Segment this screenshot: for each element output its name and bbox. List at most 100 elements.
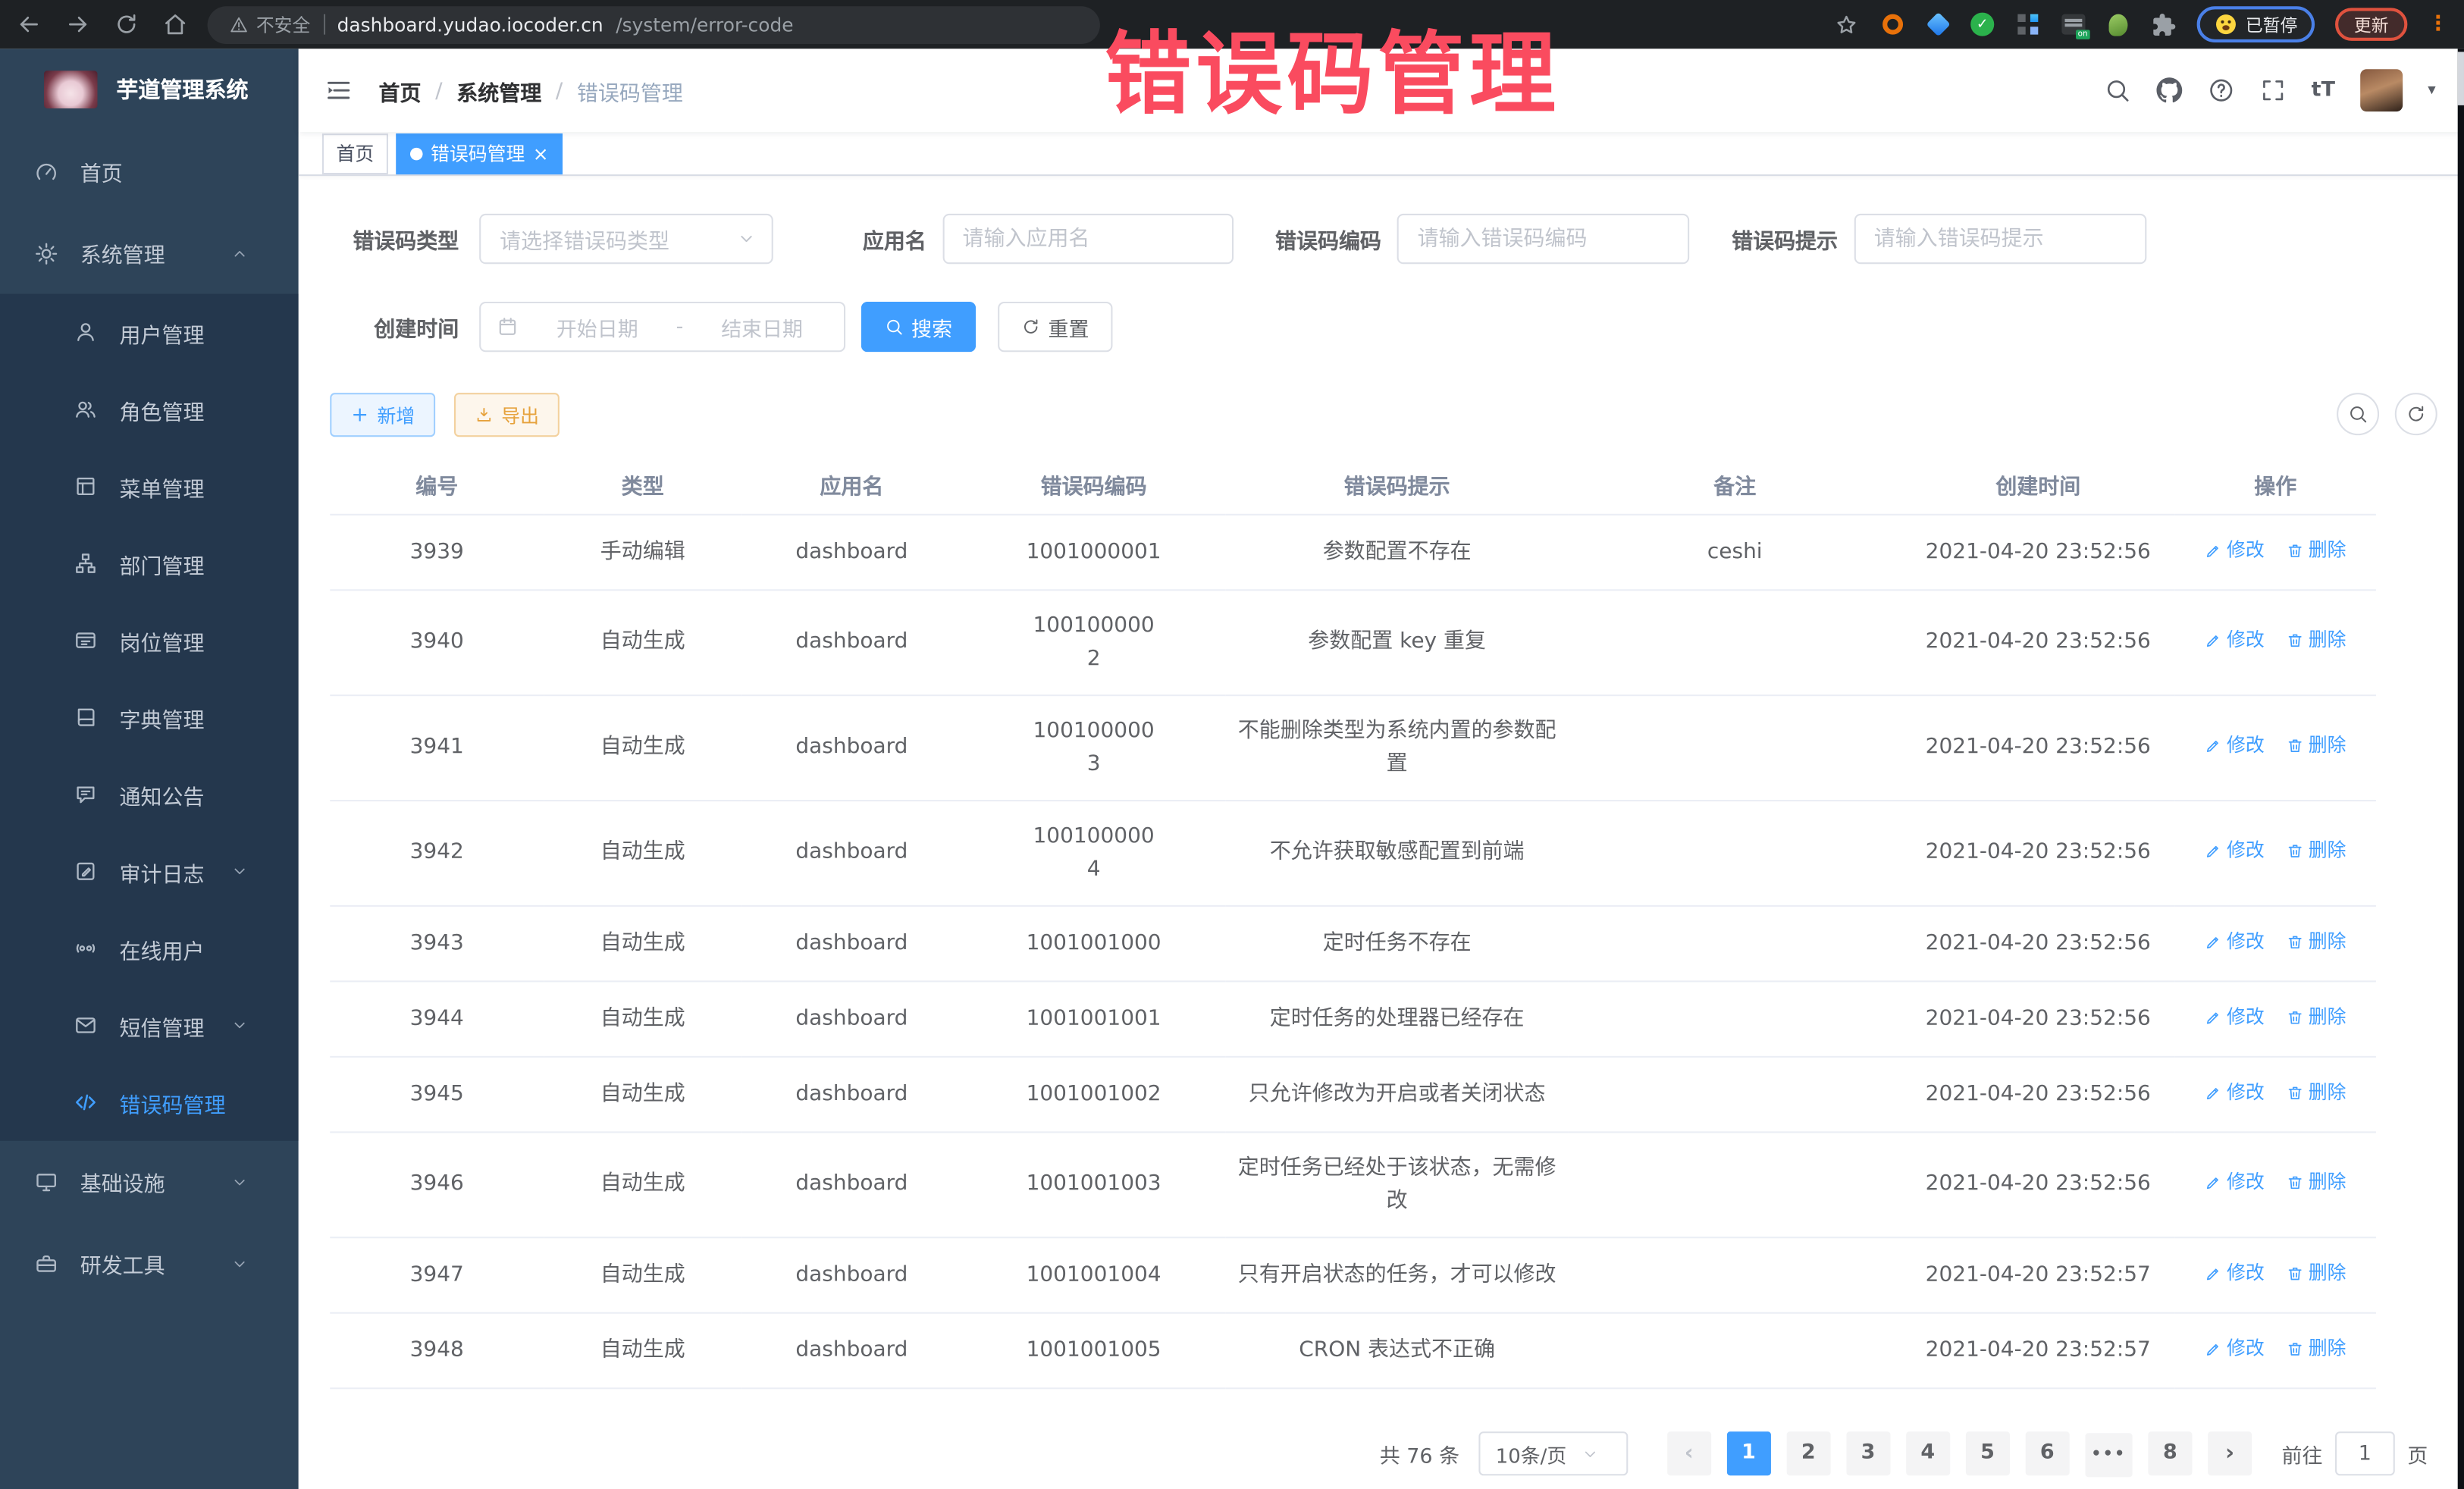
sidebar-item-label: 岗位管理 xyxy=(120,625,205,656)
page-button[interactable]: 3 xyxy=(1846,1431,1890,1475)
add-button[interactable]: + 新增 xyxy=(330,393,435,437)
tree-icon xyxy=(74,552,97,575)
scrollbar-thumb[interactable] xyxy=(2458,52,2464,105)
page-ellipsis[interactable]: ••• xyxy=(2085,1432,2133,1476)
not-secure-label: 不安全 xyxy=(256,12,311,37)
reset-button[interactable]: 重置 xyxy=(998,302,1112,352)
paused-extension-pill[interactable]: 已暂停 xyxy=(2197,6,2315,42)
sidebar-item-log[interactable]: 审计日志 xyxy=(0,833,299,911)
app-name-input[interactable] xyxy=(942,214,1233,264)
browser-back-icon[interactable] xyxy=(16,11,42,38)
prev-page-button[interactable]: ‹ xyxy=(1667,1431,1711,1475)
user-avatar[interactable] xyxy=(2360,69,2403,111)
sidebar-item-users[interactable]: 角色管理 xyxy=(0,371,299,448)
sidebar-item-menu[interactable]: 菜单管理 xyxy=(0,448,299,525)
update-label: 更新 xyxy=(2354,12,2389,37)
date-separator: - xyxy=(676,315,684,339)
hamburger-icon[interactable] xyxy=(324,75,353,105)
extension-icon[interactable] xyxy=(1879,12,1904,37)
error-type-select[interactable]: 请选择错误码类型 xyxy=(479,214,773,264)
error-code-input[interactable] xyxy=(1397,214,1690,264)
extension-icon[interactable] xyxy=(2105,12,2130,37)
sidebar-item-monitor[interactable]: 基础设施 xyxy=(0,1141,299,1223)
sidebar-item-code[interactable]: 错误码管理 xyxy=(0,1064,299,1141)
page-button[interactable]: 2 xyxy=(1786,1431,1830,1475)
delete-link[interactable]: 删除 xyxy=(2287,624,2346,657)
header-search-icon[interactable] xyxy=(2104,77,2130,104)
sidebar-item-sms[interactable]: 短信管理 xyxy=(0,987,299,1064)
delete-link[interactable]: 删除 xyxy=(2287,534,2346,567)
delete-link[interactable]: 删除 xyxy=(2287,1076,2346,1109)
breadcrumb-separator: / xyxy=(435,78,442,103)
delete-link[interactable]: 删除 xyxy=(2287,835,2346,868)
extension-icon[interactable]: ✓ xyxy=(1970,13,1994,36)
tag-error-code[interactable]: 错误码管理 × xyxy=(396,133,563,174)
help-icon[interactable] xyxy=(2208,77,2234,104)
monitor-icon xyxy=(35,1170,58,1193)
extension-icon[interactable] xyxy=(2014,12,2039,37)
error-hint-input[interactable] xyxy=(1854,214,2146,264)
browser-home-icon[interactable] xyxy=(161,11,188,38)
sidebar-item-user[interactable]: 用户管理 xyxy=(0,294,299,371)
edit-link[interactable]: 修改 xyxy=(2205,534,2265,567)
app-logo[interactable]: 芋道管理系统 xyxy=(0,49,299,130)
delete-link[interactable]: 删除 xyxy=(2287,729,2346,763)
breadcrumb-item[interactable]: 系统管理 xyxy=(456,74,541,105)
edit-link[interactable]: 修改 xyxy=(2205,1166,2265,1199)
cell-id: 3942 xyxy=(330,800,544,905)
edit-link[interactable]: 修改 xyxy=(2205,925,2265,958)
browser-forward-icon[interactable] xyxy=(64,11,91,38)
edit-link[interactable]: 修改 xyxy=(2205,729,2265,763)
github-icon[interactable] xyxy=(2155,77,2182,104)
tag-home[interactable]: 首页 xyxy=(322,133,388,174)
cell-app: dashboard xyxy=(741,694,961,800)
browser-menu-dots-icon[interactable]: ⋮ xyxy=(2428,17,2448,33)
edit-link[interactable]: 修改 xyxy=(2205,835,2265,868)
show-search-toggle-button[interactable] xyxy=(2337,393,2379,435)
sidebar-item-dashboard[interactable]: 首页 xyxy=(0,130,299,212)
sidebar-item-notice[interactable]: 通知公告 xyxy=(0,756,299,833)
browser-reload-icon[interactable] xyxy=(113,11,140,38)
page-button[interactable]: 5 xyxy=(1965,1431,2009,1475)
sidebar-item-idcard[interactable]: 岗位管理 xyxy=(0,602,299,679)
refresh-table-button[interactable] xyxy=(2395,393,2437,435)
date-range-picker[interactable]: 开始日期 - 结束日期 xyxy=(479,302,845,352)
sidebar-item-toolbox[interactable]: 研发工具 xyxy=(0,1223,299,1305)
address-bar[interactable]: 不安全 dashboard.yudao.iocoder.cn/system/er… xyxy=(208,5,1100,43)
next-page-button[interactable]: › xyxy=(2208,1431,2252,1475)
delete-link[interactable]: 删除 xyxy=(2287,1332,2346,1365)
bookmark-star-icon[interactable] xyxy=(1834,12,1859,37)
font-size-icon[interactable]: tT xyxy=(2312,79,2335,102)
sidebar-item-tree[interactable]: 部门管理 xyxy=(0,525,299,602)
paused-label: 已暂停 xyxy=(2246,12,2297,37)
sidebar-item-book[interactable]: 字典管理 xyxy=(0,679,299,756)
edit-link[interactable]: 修改 xyxy=(2205,1256,2265,1290)
extension-icon[interactable] xyxy=(1925,12,1950,37)
avatar-caret-icon[interactable]: ▾ xyxy=(2428,82,2435,99)
page-button[interactable]: 8 xyxy=(2148,1431,2192,1475)
delete-link[interactable]: 删除 xyxy=(2287,1166,2346,1199)
page-size-select[interactable]: 10条/页 xyxy=(1478,1431,1628,1475)
sidebar-item-gear[interactable]: 系统管理 xyxy=(0,212,299,294)
delete-link[interactable]: 删除 xyxy=(2287,1256,2346,1290)
edit-link[interactable]: 修改 xyxy=(2205,1000,2265,1033)
browser-update-button[interactable]: 更新 xyxy=(2335,8,2407,41)
extension-icon[interactable]: on xyxy=(2060,12,2085,37)
cell-code: 1001000004 xyxy=(961,800,1225,905)
edit-link[interactable]: 修改 xyxy=(2205,624,2265,657)
tag-close-icon[interactable]: × xyxy=(533,144,549,163)
fullscreen-icon[interactable] xyxy=(2259,77,2286,104)
edit-link[interactable]: 修改 xyxy=(2205,1332,2265,1365)
breadcrumb-item[interactable]: 首页 xyxy=(379,74,422,105)
extensions-puzzle-icon[interactable] xyxy=(2152,12,2177,37)
search-button[interactable]: 搜索 xyxy=(861,302,976,352)
page-button[interactable]: 1 xyxy=(1726,1431,1770,1475)
export-button[interactable]: 导出 xyxy=(454,393,560,437)
edit-link[interactable]: 修改 xyxy=(2205,1076,2265,1109)
delete-link[interactable]: 删除 xyxy=(2287,925,2346,958)
page-button[interactable]: 6 xyxy=(2025,1431,2069,1475)
page-button[interactable]: 4 xyxy=(1906,1431,1950,1475)
delete-link[interactable]: 删除 xyxy=(2287,1000,2346,1033)
sidebar-item-online[interactable]: 在线用户 xyxy=(0,910,299,987)
goto-page-input[interactable] xyxy=(2335,1431,2395,1475)
